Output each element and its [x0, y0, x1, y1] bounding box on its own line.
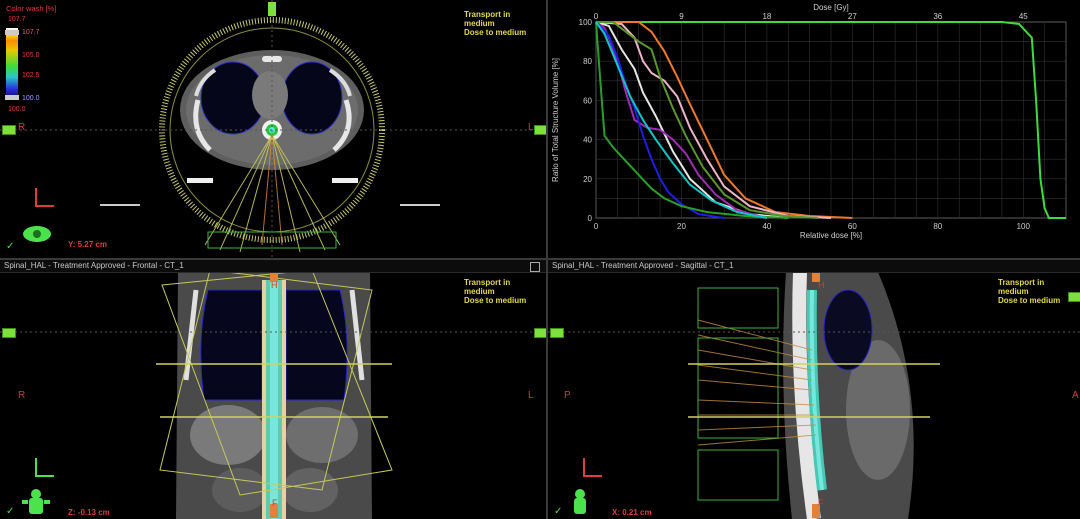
- orientation-top: H: [818, 280, 825, 290]
- colorwash-bottom-value: 100.0: [8, 106, 26, 113]
- x-tick-label: 0: [594, 222, 599, 231]
- dose-calc-info: Transport in medium Dose to medium: [464, 278, 538, 305]
- y-tick-label: 20: [583, 175, 592, 184]
- approved-check-icon: ✓: [554, 506, 563, 517]
- slice-coordinate: Z: -0.13 cm: [68, 508, 110, 517]
- slice-coordinate: X: 0.21 cm: [612, 508, 652, 517]
- x2-tick-label: 9: [679, 12, 684, 21]
- sagittal-title-bar: Spinal_HAL - Treatment Approved - Sagitt…: [548, 260, 1080, 273]
- frontal-title-bar: Spinal_HAL - Treatment Approved - Fronta…: [0, 260, 546, 273]
- axial-ct-image: [0, 0, 546, 258]
- orientation-left: R: [18, 390, 26, 401]
- maximize-icon[interactable]: [530, 262, 540, 272]
- info-line-3: Dose to medium: [464, 28, 527, 37]
- dvh-chart-pane[interactable]: 0 20 40 60 80 100 0 9 18 27 36 45 0 20 40 60 80 100 Relati…: [548, 0, 1080, 258]
- x2-tick-label: 27: [848, 12, 857, 21]
- x2-tick-label: 45: [1019, 12, 1028, 21]
- x-tick-label: 100: [1017, 222, 1031, 231]
- info-line-1: Transport in: [464, 10, 511, 19]
- x-tick-label: 60: [848, 222, 857, 231]
- info-line-2: medium: [464, 19, 495, 28]
- right-scroll-handle[interactable]: [534, 125, 546, 135]
- colorwash-gradient: [6, 28, 18, 98]
- x-tick-label: 20: [677, 222, 686, 231]
- sagittal-view-pane[interactable]: Spinal_HAL - Treatment Approved - Sagitt…: [548, 260, 1080, 519]
- info-line-2: medium: [464, 287, 495, 296]
- horizontal-divider[interactable]: [0, 258, 1080, 260]
- approved-check-icon: ✓: [6, 506, 15, 517]
- left-scroll-handle[interactable]: [2, 328, 16, 338]
- y-tick-label: 60: [583, 96, 592, 105]
- y-axis-label: Ratio of Total Structure Volume [%]: [551, 58, 560, 182]
- y-tick-label: 100: [579, 18, 593, 27]
- orientation-right: L: [528, 390, 534, 401]
- dose-calc-info: Transport in medium Dose to medium: [998, 278, 1072, 305]
- info-line-1: Transport in: [998, 278, 1045, 287]
- colorwash-tick-105: 105.0: [22, 52, 40, 59]
- x2-tick-label: 36: [933, 12, 942, 21]
- y-tick-label: 0: [588, 214, 593, 223]
- x2-tick-label: 18: [762, 12, 771, 21]
- right-scroll-handle[interactable]: [534, 328, 546, 338]
- info-line-3: Dose to medium: [464, 296, 527, 305]
- colorwash-tick-107: 107.7: [22, 29, 40, 36]
- dvh-chart: 0 20 40 60 80 1000 9 18 27 36 45020406080100Relati…: [551, 3, 1067, 240]
- slice-coordinate: Y: 5.27 cm: [68, 240, 107, 249]
- orientation-left: R: [18, 122, 26, 133]
- colorwash-tick-100: 100.0: [22, 95, 40, 102]
- info-line-3: Dose to medium: [998, 296, 1061, 305]
- y-tick-label: 40: [583, 136, 592, 145]
- colorwash-tick-102: 102.5: [22, 72, 40, 79]
- approved-check-icon: ✓: [6, 241, 15, 252]
- orientation-right: L: [528, 122, 534, 133]
- frontal-view-pane[interactable]: Spinal_HAL - Treatment Approved - Fronta…: [0, 260, 546, 519]
- dose-calc-info: Transport in medium Dose to medium: [464, 10, 538, 37]
- left-scroll-handle[interactable]: [2, 125, 16, 135]
- x-tick-label: 40: [762, 222, 771, 231]
- orientation-bottom: F: [272, 498, 278, 508]
- orientation-left: P: [564, 390, 571, 401]
- orientation-right: A: [1072, 390, 1079, 401]
- axial-view-pane[interactable]: Color wash [%] 107.7 107.7 105.0 102.5 1…: [0, 0, 546, 258]
- x-axis-label: Relative dose [%]: [800, 231, 862, 240]
- colorwash-bottom-slider[interactable]: [5, 95, 19, 100]
- left-scroll-handle[interactable]: [550, 328, 564, 338]
- right-scroll-handle[interactable]: [1068, 292, 1080, 302]
- info-line-2: medium: [998, 287, 1029, 296]
- y-tick-label: 80: [583, 57, 592, 66]
- orientation-top: H: [271, 280, 278, 290]
- x2-axis-label: Dose [Gy]: [813, 3, 849, 12]
- x2-tick-label: 0: [594, 12, 599, 21]
- orientation-bottom: F: [818, 498, 824, 508]
- info-line-1: Transport in: [464, 278, 511, 287]
- colorwash-title: Color wash [%]: [6, 4, 57, 13]
- x-tick-label: 80: [933, 222, 942, 231]
- colorwash-top-value: 107.7: [8, 16, 26, 23]
- colorwash-top-slider[interactable]: [5, 30, 19, 35]
